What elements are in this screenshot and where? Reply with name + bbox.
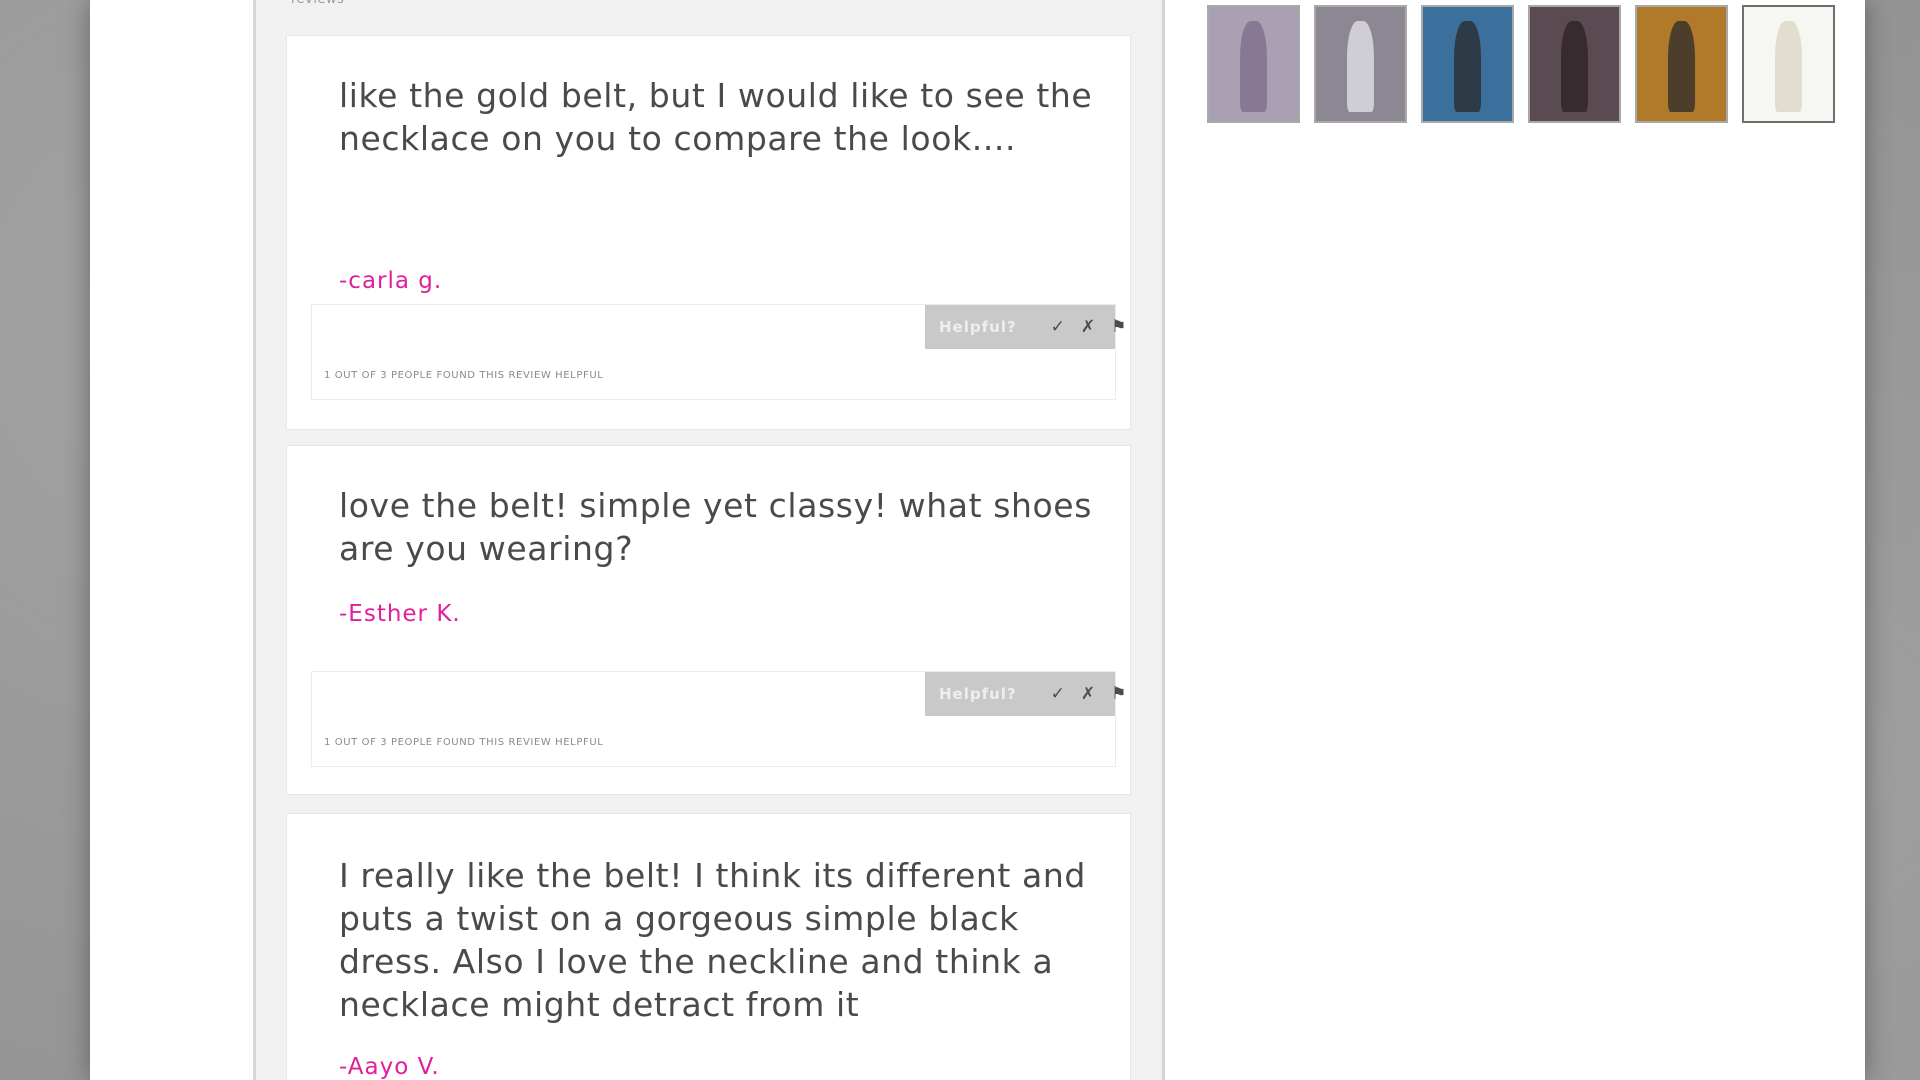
review-card: like the gold belt, but I would like to … <box>286 35 1131 430</box>
helpful-actions: Helpful? ✓ ✗ ⚑ <box>925 305 1126 349</box>
page-frame: reviews like the gold belt, but I would … <box>90 0 1865 1080</box>
thumbnail-figure <box>1240 20 1267 112</box>
review-author[interactable]: -carla g. <box>339 268 442 294</box>
thumbnail-figure <box>1347 20 1374 112</box>
vote-no-button[interactable]: ✗ <box>1081 684 1095 704</box>
thumbnail-figure <box>1454 20 1481 112</box>
review-card: I really like the belt! I think its diff… <box>286 813 1131 1080</box>
review-author[interactable]: -Aayo V. <box>339 1054 440 1080</box>
flag-icon[interactable]: ⚑ <box>1111 317 1126 337</box>
thumbnail-4[interactable] <box>1528 5 1621 123</box>
vote-yes-button[interactable]: ✓ <box>1051 684 1065 704</box>
helpful-stat: 1 out of 3 people found this review help… <box>324 370 604 381</box>
helpful-actions: Helpful? ✓ ✗ ⚑ <box>925 672 1126 716</box>
thumbnail-figure <box>1668 20 1695 112</box>
thumbnail-1[interactable] <box>1207 5 1300 123</box>
thumbnail-figure <box>1775 20 1802 112</box>
thumbnail-2[interactable] <box>1314 5 1407 123</box>
helpful-stat: 1 out of 3 people found this review help… <box>324 737 604 748</box>
flag-icon[interactable]: ⚑ <box>1111 684 1126 704</box>
photo-thumbnail-strip <box>1207 5 1835 123</box>
review-text: love the belt! simple yet classy! what s… <box>339 486 1092 568</box>
vote-no-button[interactable]: ✗ <box>1081 317 1095 337</box>
reviews-column: reviews like the gold belt, but I would … <box>253 0 1165 1080</box>
helpful-label: Helpful? <box>939 318 1017 336</box>
helpful-box: Helpful? ✓ ✗ ⚑ 1 out of 3 people found t… <box>311 304 1126 400</box>
review-author[interactable]: -Esther K. <box>339 601 461 627</box>
helpful-label: Helpful? <box>939 685 1017 703</box>
helpful-box: Helpful? ✓ ✗ ⚑ 1 out of 3 people found t… <box>311 671 1126 767</box>
thumbnail-6[interactable] <box>1742 5 1835 123</box>
vote-yes-button[interactable]: ✓ <box>1051 317 1065 337</box>
thumbnail-5[interactable] <box>1635 5 1728 123</box>
review-text: like the gold belt, but I would like to … <box>339 76 1093 158</box>
review-text: I really like the belt! I think its diff… <box>339 856 1086 1024</box>
thumbnail-3[interactable] <box>1421 5 1514 123</box>
thumbnail-figure <box>1561 20 1588 112</box>
review-card: love the belt! simple yet classy! what s… <box>286 445 1131 795</box>
reviews-section-label: reviews <box>291 0 344 7</box>
